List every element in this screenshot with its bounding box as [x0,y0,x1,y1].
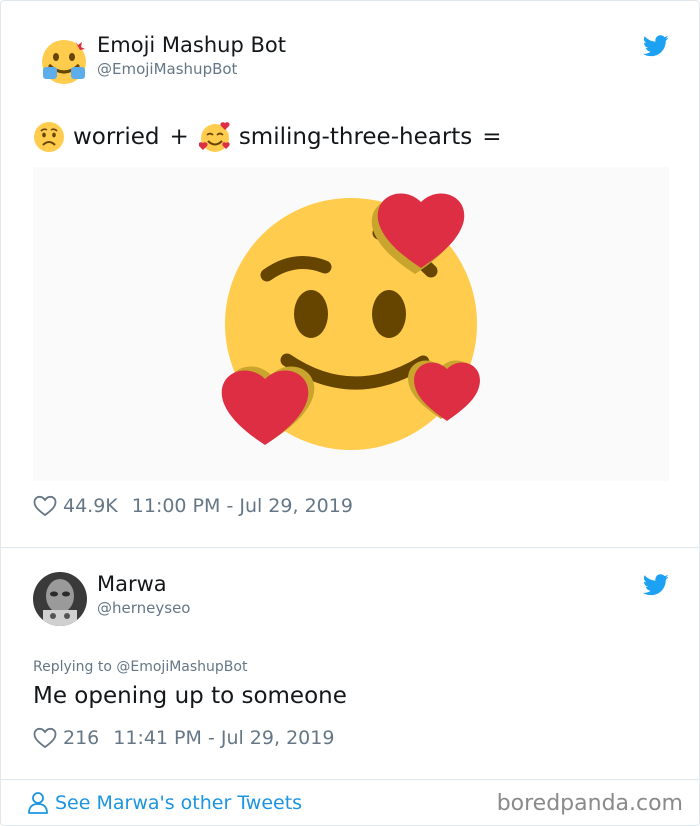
tweet-text-word-1: worried [73,124,160,150]
reply-text: Me opening up to someone [33,683,347,709]
twitter-bird-icon[interactable] [642,35,669,57]
replying-to[interactable]: Replying to @EmojiMashupBot [33,659,247,675]
tweet-text-equals: = [482,124,502,150]
tweet-meta: 44.9K 11:00 PM - Jul 29, 2019 [33,495,353,517]
reply-author-handle[interactable]: @herneyseo [97,599,190,617]
reply-author-name[interactable]: Marwa [97,572,167,596]
tweet-text-plus: + [169,124,189,150]
tweet-media-image[interactable] [33,167,669,481]
like-count[interactable]: 44.9K [63,495,118,517]
mashup-emoji-image [221,193,480,450]
reply-meta: 216 11:41 PM - Jul 29, 2019 [33,727,334,749]
smiling-three-hearts-emoji-icon [198,122,230,152]
heart-outline-icon[interactable] [33,495,57,517]
tweet-text: worried + smiling-three-hearts = [33,121,502,153]
tweet-timestamp[interactable]: 11:00 PM - Jul 29, 2019 [132,495,353,517]
see-other-tweets-link[interactable]: See Marwa's other Tweets [27,791,302,815]
person-icon [28,792,48,814]
main-tweet: Emoji Mashup Bot @EmojiMashupBot worried… [1,1,699,547]
tweet-embed-card: Emoji Mashup Bot @EmojiMashupBot worried… [0,0,700,826]
tweet-text-word-2: smiling-three-hearts [238,124,473,150]
boredpanda-watermark: boredpanda.com [496,791,683,816]
reply-avatar[interactable] [33,572,87,626]
twitter-bird-icon[interactable] [642,574,669,596]
reply-avatar-photo-icon [33,572,87,626]
heart-outline-icon[interactable] [33,727,57,749]
bot-avatar-emoji-icon [42,40,86,84]
worried-emoji-icon [34,122,64,152]
author-name[interactable]: Emoji Mashup Bot [97,33,286,57]
card-footer: See Marwa's other Tweets boredpanda.com [1,779,699,826]
reply-like-count[interactable]: 216 [63,727,99,749]
author-handle[interactable]: @EmojiMashupBot [97,60,237,78]
reply-timestamp[interactable]: 11:41 PM - Jul 29, 2019 [113,727,334,749]
see-other-tweets-label[interactable]: See Marwa's other Tweets [55,792,302,814]
bot-avatar[interactable] [37,35,91,89]
